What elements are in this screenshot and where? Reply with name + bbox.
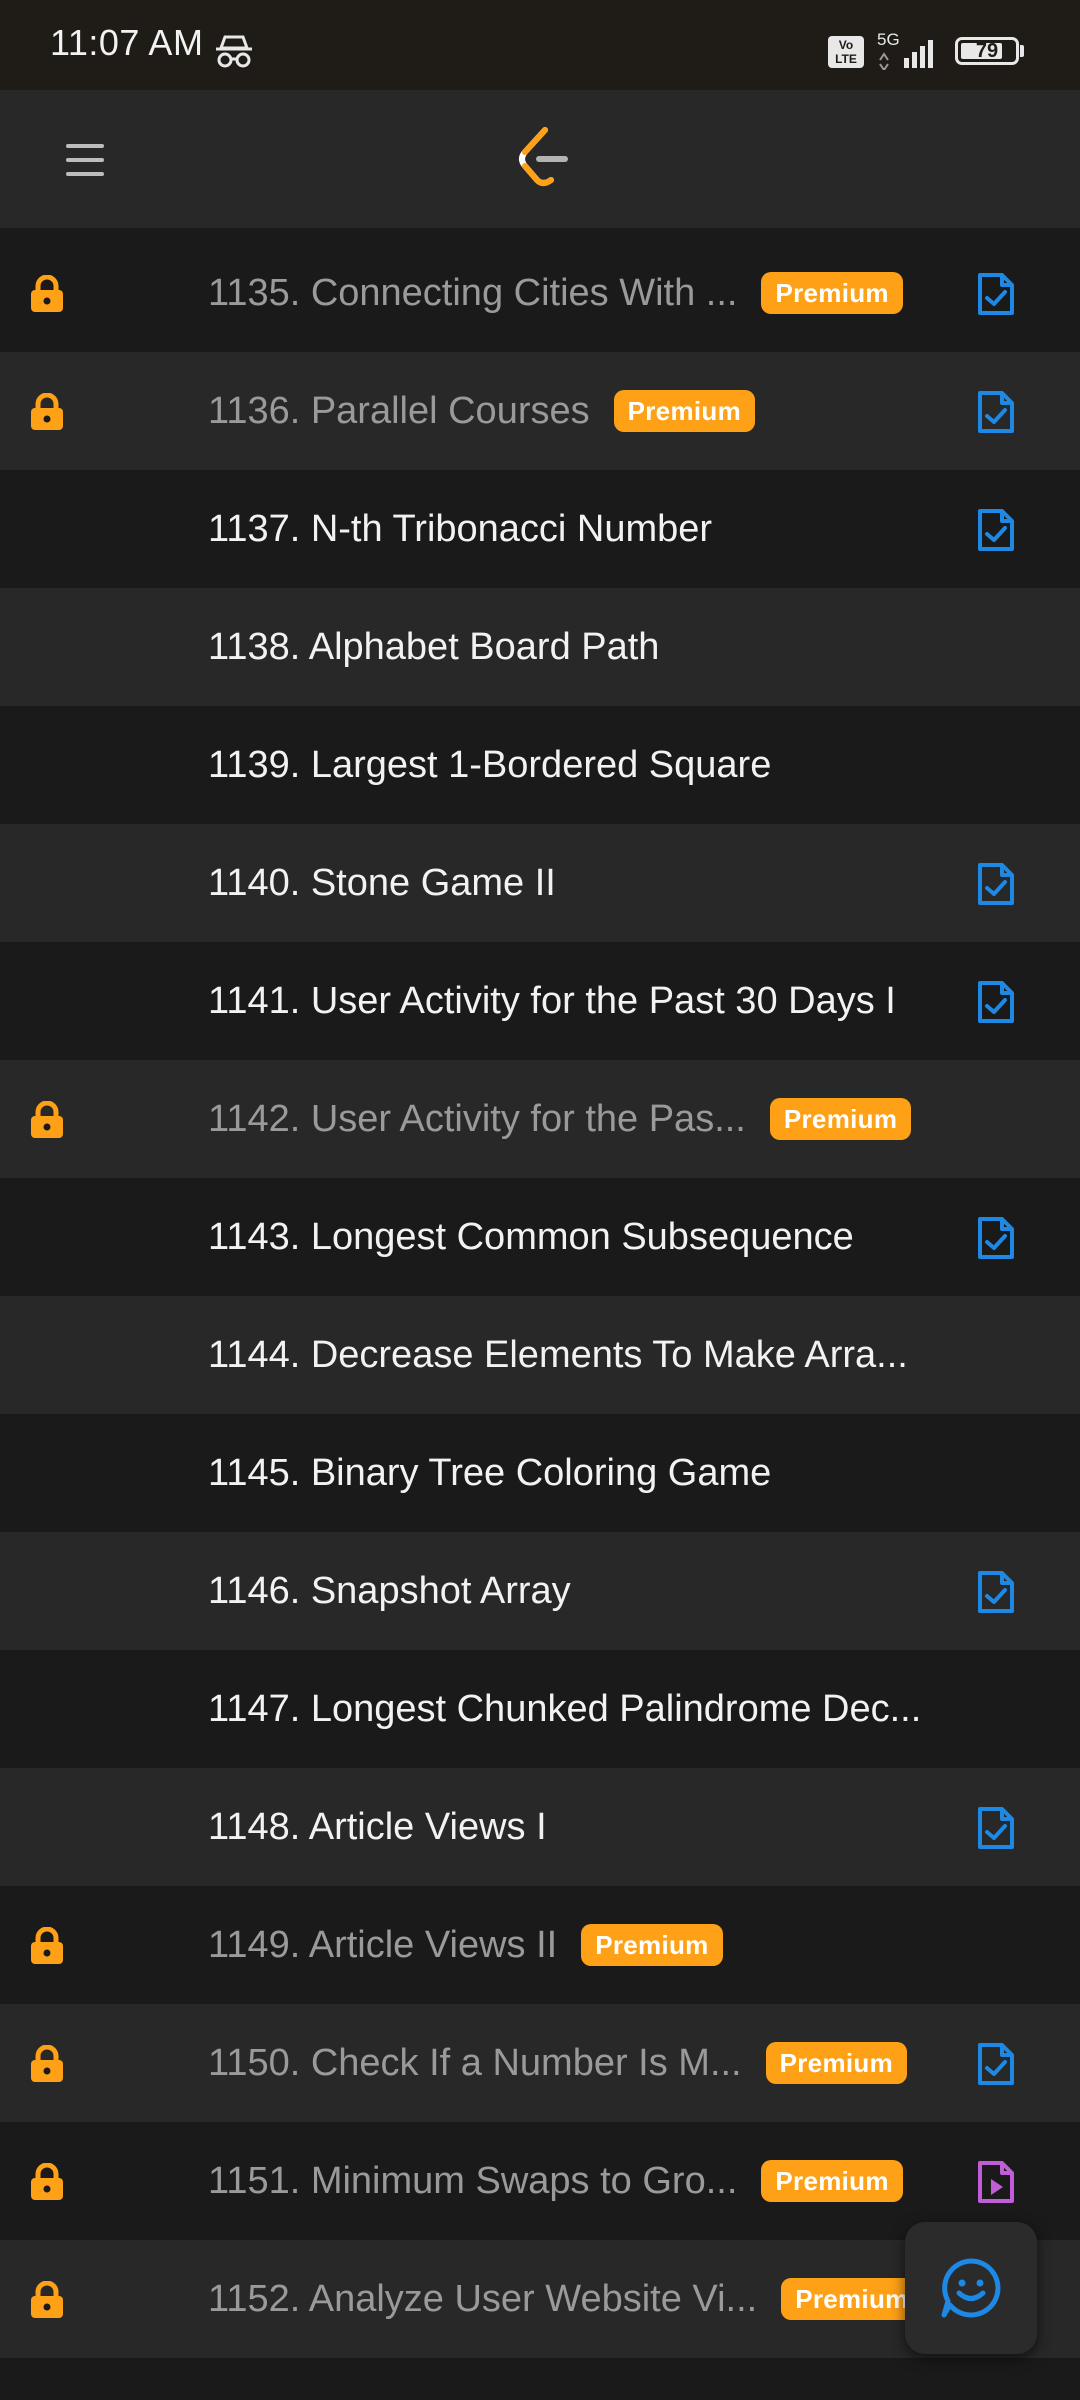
- problem-row[interactable]: 1138. Alphabet Board Path: [0, 588, 1080, 706]
- problem-row[interactable]: 1146. Snapshot Array: [0, 1532, 1080, 1650]
- problem-row-content: 1140. Stone Game II: [208, 824, 930, 942]
- app-header: [0, 90, 1080, 231]
- problem-row[interactable]: 1149. Article Views II Premium: [0, 1886, 1080, 2004]
- problem-title: 1138. Alphabet Board Path: [208, 625, 660, 668]
- problem-row-content: 1148. Article Views I: [208, 1768, 930, 1886]
- problem-title: 1143. Longest Common Subsequence: [208, 1215, 854, 1258]
- problem-row[interactable]: 1144. Decrease Elements To Make Arra...: [0, 1296, 1080, 1414]
- solution-doc-icon[interactable]: [976, 1569, 1016, 1615]
- problem-row[interactable]: 1150. Check If a Number Is M... Premium: [0, 2004, 1080, 2122]
- problem-title: 1137. N-th Tribonacci Number: [208, 507, 713, 550]
- problem-row-content: 1144. Decrease Elements To Make Arra...: [208, 1296, 930, 1414]
- solution-doc-icon[interactable]: [976, 507, 1016, 553]
- lock-icon: [31, 1927, 63, 1964]
- volte-bottom: LTE: [835, 52, 857, 66]
- feedback-smiley-icon: [941, 2258, 1001, 2318]
- solution-doc-icon[interactable]: [976, 389, 1016, 435]
- solution-doc-icon[interactable]: [976, 979, 1016, 1025]
- premium-badge: Premium: [613, 390, 755, 432]
- battery-percent: 79: [975, 40, 999, 62]
- problem-title: 1150. Check If a Number Is M...: [208, 2041, 742, 2084]
- leetcode-logo-icon: [519, 127, 568, 186]
- problem-row-content: 1135. Connecting Cities With ... Premium: [208, 234, 930, 352]
- hamburger-menu-icon[interactable]: [60, 135, 110, 185]
- problem-row-content: 1149. Article Views II Premium: [208, 1886, 930, 2004]
- lock-icon: [31, 275, 63, 312]
- feedback-button[interactable]: [905, 2222, 1037, 2354]
- problem-list: 1135. Connecting Cities With ... Premium …: [0, 234, 1080, 2358]
- problem-row[interactable]: 1139. Largest 1-Bordered Square: [0, 706, 1080, 824]
- problem-row-content: 1152. Analyze User Website Vi... Premium: [208, 2240, 930, 2358]
- problem-title: 1151. Minimum Swaps to Gro...: [208, 2159, 738, 2202]
- problem-row-content: 1145. Binary Tree Coloring Game: [208, 1414, 930, 1532]
- solution-doc-icon[interactable]: [976, 2041, 1016, 2087]
- lock-icon: [31, 2163, 63, 2200]
- problem-title: 1147. Longest Chunked Palindrome Dec...: [208, 1687, 922, 1730]
- problem-row-content: 1146. Snapshot Array: [208, 1532, 930, 1650]
- status-bar: 11:07 AM Vo LTE 5G 79: [0, 0, 1080, 90]
- problem-title: 1139. Largest 1-Bordered Square: [208, 743, 772, 786]
- problem-row-content: 1141. User Activity for the Past 30 Days…: [208, 942, 930, 1060]
- problem-row[interactable]: 1140. Stone Game II: [0, 824, 1080, 942]
- problem-title: 1142. User Activity for the Pas...: [208, 1097, 746, 1140]
- problem-row-content: 1142. User Activity for the Pas... Premiu…: [208, 1060, 930, 1178]
- problem-row-content: 1137. N-th Tribonacci Number: [208, 470, 930, 588]
- solution-doc-icon[interactable]: [976, 861, 1016, 907]
- problem-row[interactable]: 1137. N-th Tribonacci Number: [0, 470, 1080, 588]
- incognito-icon: [216, 35, 252, 68]
- problem-title: 1146. Snapshot Array: [208, 1569, 571, 1612]
- problem-row-content: 1143. Longest Common Subsequence: [208, 1178, 930, 1296]
- problem-title: 1141. User Activity for the Past 30 Days…: [208, 979, 896, 1022]
- problem-row-content: 1138. Alphabet Board Path: [208, 588, 930, 706]
- volte-icon: Vo LTE: [828, 36, 864, 68]
- problem-title: 1140. Stone Game II: [208, 861, 556, 904]
- problem-row[interactable]: 1136. Parallel Courses Premium: [0, 352, 1080, 470]
- lock-icon: [31, 2281, 63, 2318]
- premium-badge: Premium: [769, 1098, 912, 1140]
- solution-doc-icon[interactable]: [976, 1805, 1016, 1851]
- battery-icon: 79: [955, 37, 1019, 65]
- lock-icon: [31, 1101, 63, 1138]
- status-time: 11:07 AM: [50, 22, 204, 63]
- video-solution-icon[interactable]: [976, 2159, 1016, 2205]
- lock-icon: [31, 2045, 63, 2082]
- problem-row[interactable]: 1141. User Activity for the Past 30 Days…: [0, 942, 1080, 1060]
- solution-doc-icon[interactable]: [976, 271, 1016, 317]
- problem-title: 1136. Parallel Courses: [208, 389, 590, 432]
- problem-title: 1135. Connecting Cities With ...: [208, 271, 738, 314]
- problem-row-content: 1147. Longest Chunked Palindrome Dec...: [208, 1650, 930, 1768]
- problem-row[interactable]: 1145. Binary Tree Coloring Game: [0, 1414, 1080, 1532]
- problem-row-content: 1136. Parallel Courses Premium: [208, 352, 930, 470]
- volte-top: Vo: [838, 38, 854, 52]
- problem-title: 1148. Article Views I: [208, 1805, 547, 1848]
- problem-row-content: 1150. Check If a Number Is M... Premium: [208, 2004, 930, 2122]
- problem-row[interactable]: 1147. Longest Chunked Palindrome Dec...: [0, 1650, 1080, 1768]
- problem-title: 1149. Article Views II: [208, 1923, 558, 1966]
- problem-title: 1144. Decrease Elements To Make Arra...: [208, 1333, 908, 1376]
- problem-row[interactable]: 1143. Longest Common Subsequence: [0, 1178, 1080, 1296]
- problem-row-content: 1139. Largest 1-Bordered Square: [208, 706, 930, 824]
- battery-tip: [1020, 45, 1024, 57]
- signal-strength-icon: [879, 40, 933, 70]
- problem-title: 1152. Analyze User Website Vi...: [208, 2277, 758, 2320]
- problem-row-content: 1151. Minimum Swaps to Gro... Premium: [208, 2122, 930, 2240]
- problem-row[interactable]: 1135. Connecting Cities With ... Premium: [0, 234, 1080, 352]
- premium-badge: Premium: [781, 2278, 923, 2320]
- premium-badge: Premium: [765, 2042, 907, 2084]
- problem-row[interactable]: 1148. Article Views I: [0, 1768, 1080, 1886]
- problem-row[interactable]: 1142. User Activity for the Pas... Premiu…: [0, 1060, 1080, 1178]
- premium-badge: Premium: [581, 1924, 723, 1966]
- premium-badge: Premium: [761, 272, 903, 314]
- lock-icon: [31, 393, 63, 430]
- premium-badge: Premium: [761, 2160, 903, 2202]
- problem-title: 1145. Binary Tree Coloring Game: [208, 1451, 772, 1494]
- solution-doc-icon[interactable]: [976, 1215, 1016, 1261]
